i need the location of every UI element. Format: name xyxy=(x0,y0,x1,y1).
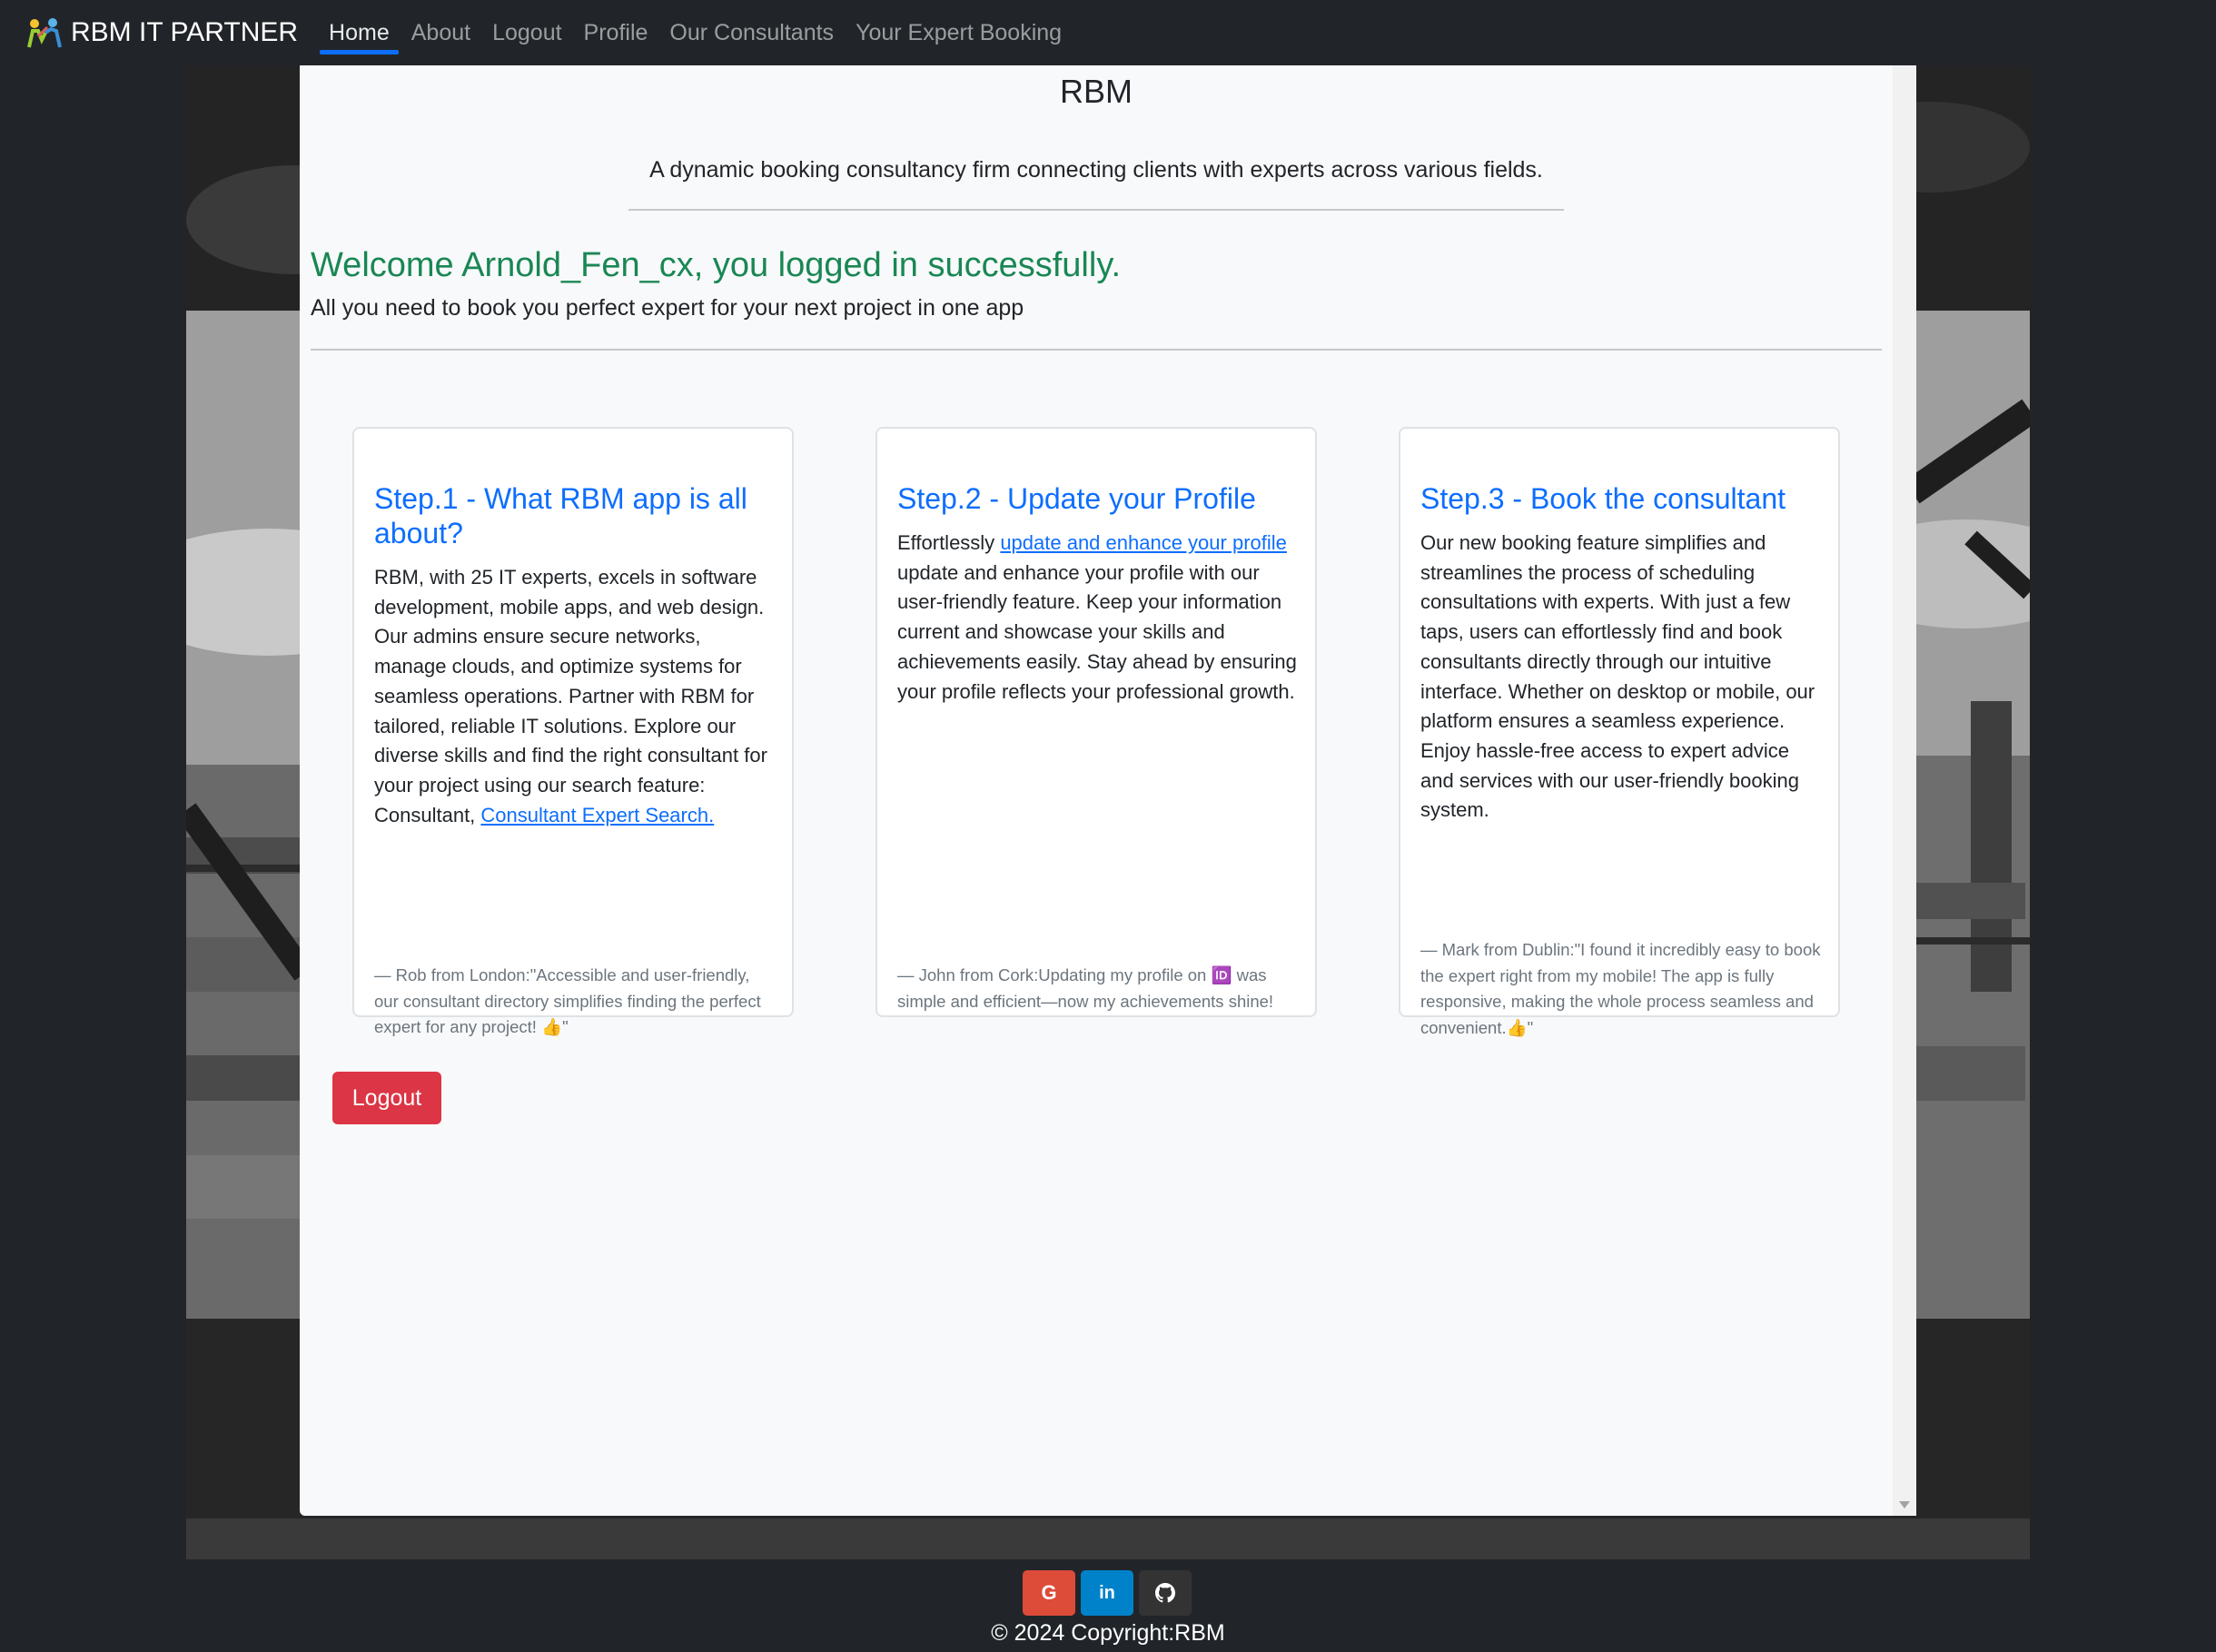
step2-text: Effortlessly update and enhance your pro… xyxy=(897,529,1301,707)
github-icon xyxy=(1155,1583,1175,1603)
step3-text: Our new booking feature simplifies and s… xyxy=(1420,531,1815,822)
welcome-message: Welcome Arnold_Fen_cx, you logged in suc… xyxy=(311,246,1122,284)
copyright-text: © 2024 Copyright:RBM xyxy=(991,1620,1225,1646)
main-content-panel: RBM A dynamic booking consultancy firm c… xyxy=(300,65,1916,1516)
linkedin-icon: in xyxy=(1099,1582,1115,1603)
nav-logout[interactable]: Logout xyxy=(481,0,572,65)
step2-card: Step.2 - Update your Profile Effortlessl… xyxy=(876,427,1317,1017)
step1-body: RBM, with 25 IT experts, excels in softw… xyxy=(374,566,767,826)
panel-scrollbar[interactable] xyxy=(1893,65,1916,1516)
consultant-expert-search-link[interactable]: Consultant Expert Search. xyxy=(480,804,714,826)
step2-title: Step.2 - Update your Profile xyxy=(897,482,1256,515)
page-title: RBM xyxy=(1060,73,1133,110)
nav-your-expert-booking[interactable]: Your Expert Booking xyxy=(845,0,1073,65)
github-button[interactable] xyxy=(1139,1570,1192,1616)
update-profile-link[interactable]: update and enhance your profile xyxy=(1000,531,1287,554)
divider xyxy=(311,349,1882,351)
brand-link[interactable]: RBM IT PARTNER xyxy=(25,16,298,49)
step2-testimonial: — John from Cork:Updating my profile on … xyxy=(897,965,1274,1011)
step3-card: Step.3 - Book the consultant Our new boo… xyxy=(1399,427,1840,1037)
step1-text: RBM, with 25 IT experts, excels in softw… xyxy=(374,563,777,830)
footer: G in © 2024 Copyright:RBM xyxy=(0,1559,2216,1652)
step2-body-start: Effortlessly xyxy=(897,531,1001,554)
step1-title: Step.1 - What RBM app is all about? xyxy=(374,482,747,549)
scroll-down-arrow-icon[interactable] xyxy=(1899,1501,1910,1509)
linkedin-button[interactable]: in xyxy=(1081,1570,1133,1616)
step2-body-end: update and enhance your profile with our… xyxy=(897,560,1297,703)
nav-about[interactable]: About xyxy=(401,0,481,65)
team-logo-icon xyxy=(27,18,62,48)
step3-testimonial: — Mark from Dublin:"I found it incredibl… xyxy=(1420,940,1821,1037)
divider xyxy=(628,209,1564,211)
google-icon: G xyxy=(1041,1581,1057,1604)
step1-testimonial: — Rob from London:"Accessible and user-f… xyxy=(374,965,761,1036)
intro-text: All you need to book you perfect expert … xyxy=(311,295,1024,321)
nav-home[interactable]: Home xyxy=(318,0,401,65)
nav-our-consultants[interactable]: Our Consultants xyxy=(658,0,845,65)
social-links: G in xyxy=(1023,1570,1192,1616)
brand-name: RBM IT PARTNER xyxy=(71,17,299,47)
google-button[interactable]: G xyxy=(1023,1570,1075,1616)
nav-profile[interactable]: Profile xyxy=(573,0,659,65)
nav-menu: Home About Logout Profile Our Consultant… xyxy=(318,0,1073,65)
step1-card: Step.1 - What RBM app is all about? RBM,… xyxy=(352,427,794,1036)
logout-button[interactable]: Logout xyxy=(332,1072,441,1124)
step3-title: Step.3 - Book the consultant xyxy=(1420,482,1786,515)
tagline: A dynamic booking consultancy firm conne… xyxy=(649,157,1543,183)
top-navbar: RBM IT PARTNER Home About Logout Profile… xyxy=(0,0,2216,65)
